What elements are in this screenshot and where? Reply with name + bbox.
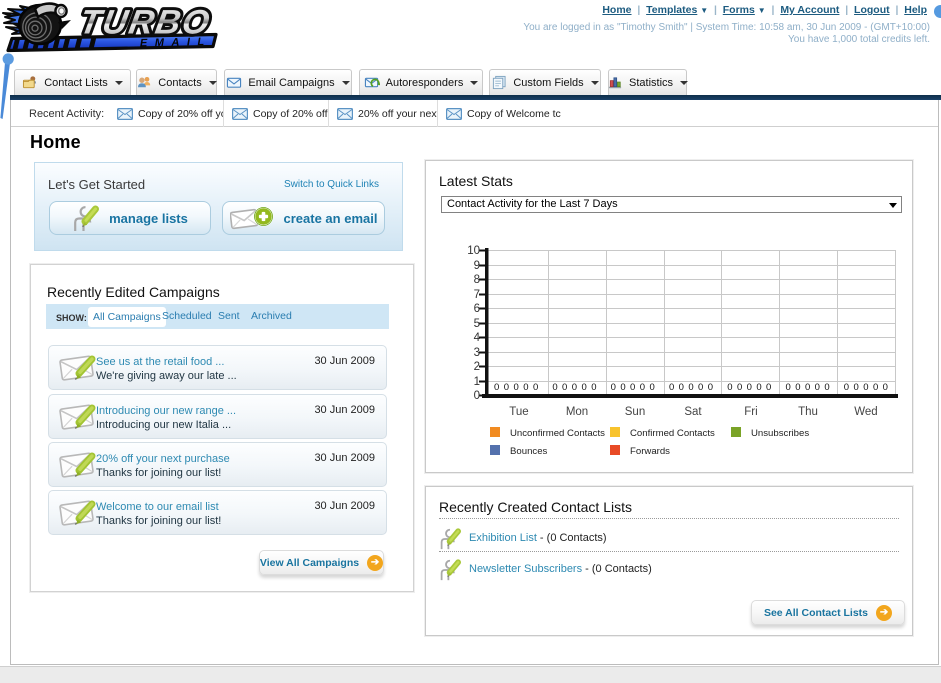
svg-text:Unsubscribes: Unsubscribes (751, 428, 809, 439)
svg-text:0: 0 (863, 382, 868, 393)
svg-text:0: 0 (805, 382, 810, 393)
svg-text:0: 0 (581, 382, 586, 393)
svg-text:1: 1 (474, 376, 480, 388)
svg-text:5: 5 (474, 318, 480, 330)
svg-text:0: 0 (756, 382, 761, 393)
svg-text:0: 0 (562, 382, 567, 393)
svg-text:Unconfirmed Contacts: Unconfirmed Contacts (510, 428, 605, 439)
svg-text:0: 0 (649, 382, 654, 393)
svg-text:10: 10 (467, 245, 480, 257)
svg-text:0: 0 (785, 382, 790, 393)
svg-text:0: 0 (494, 382, 499, 393)
svg-text:3: 3 (474, 347, 480, 359)
svg-text:0: 0 (591, 382, 596, 393)
svg-text:Confirmed Contacts: Confirmed Contacts (630, 428, 715, 439)
svg-text:0: 0 (883, 382, 888, 393)
svg-text:0: 0 (533, 382, 538, 393)
svg-text:0: 0 (766, 382, 771, 393)
svg-text:Sun: Sun (625, 406, 645, 418)
svg-text:4: 4 (474, 332, 481, 344)
svg-text:7: 7 (474, 289, 480, 301)
svg-text:0: 0 (504, 382, 509, 393)
svg-text:8: 8 (474, 274, 480, 286)
svg-text:Mon: Mon (566, 406, 588, 418)
svg-text:0: 0 (844, 382, 849, 393)
svg-text:0: 0 (727, 382, 732, 393)
svg-text:9: 9 (474, 260, 480, 272)
svg-text:0: 0 (873, 382, 878, 393)
svg-text:0: 0 (640, 382, 645, 393)
svg-text:0: 0 (815, 382, 820, 393)
svg-text:0: 0 (853, 382, 858, 393)
svg-text:0: 0 (552, 382, 557, 393)
svg-text:0: 0 (708, 382, 713, 393)
svg-text:0: 0 (620, 382, 625, 393)
svg-text:6: 6 (474, 303, 480, 315)
svg-text:0: 0 (737, 382, 742, 393)
svg-text:0: 0 (474, 390, 480, 402)
svg-text:0: 0 (513, 382, 518, 393)
svg-text:0: 0 (572, 382, 577, 393)
svg-text:0: 0 (795, 382, 800, 393)
svg-text:0: 0 (611, 382, 616, 393)
svg-text:Wed: Wed (854, 406, 877, 418)
svg-text:0: 0 (679, 382, 684, 393)
svg-text:0: 0 (523, 382, 528, 393)
svg-text:0: 0 (630, 382, 635, 393)
svg-text:Thu: Thu (798, 406, 818, 418)
svg-text:TURBO: TURBO (77, 4, 214, 42)
svg-text:0: 0 (747, 382, 752, 393)
svg-text:Bounces: Bounces (510, 446, 548, 457)
svg-text:Fri: Fri (744, 406, 757, 418)
svg-text:2: 2 (474, 361, 480, 373)
svg-text:Tue: Tue (509, 406, 528, 418)
svg-text:Forwards: Forwards (630, 446, 670, 457)
svg-text:0: 0 (669, 382, 674, 393)
svg-text:0: 0 (688, 382, 693, 393)
svg-text:0: 0 (698, 382, 703, 393)
svg-text:0: 0 (824, 382, 829, 393)
svg-text:Sat: Sat (684, 406, 702, 418)
